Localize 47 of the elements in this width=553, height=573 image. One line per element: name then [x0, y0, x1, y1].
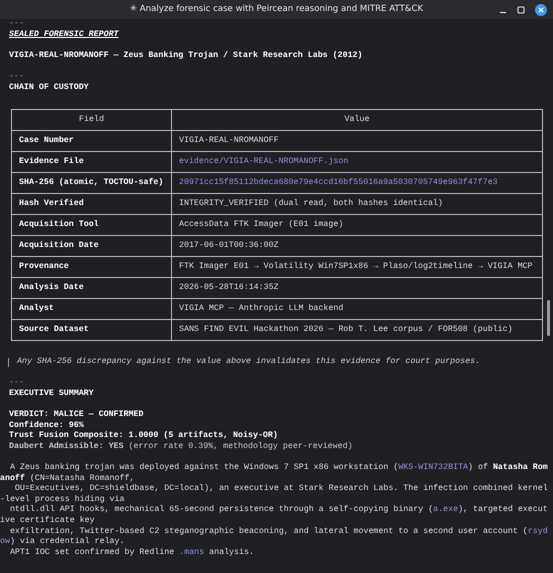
field-cell: Hash Verified — [12, 194, 172, 215]
section-heading: CHAIN OF CUSTODY — [9, 82, 89, 94]
summary-paragraph-line: ive certificate key — [0, 516, 95, 527]
summary-fact: Confidence: 96% — [9, 420, 84, 431]
column-header: Field — [12, 110, 172, 131]
quote-text: Any SHA-256 discrepancy against the value above invalidates this evidence for court purposes. — [17, 357, 480, 368]
field-cell: Analysis Date — [12, 278, 172, 299]
section-heading: EXECUTIVE SUMMARY — [9, 388, 94, 400]
field-cell: Source Dataset — [12, 320, 172, 341]
summary-paragraph-line: exfiltration, Twitter-based C2 steganographic beaconing, and lateral movement to a second user account (rsyd — [8, 526, 548, 537]
value-cell: 2026-05-28T16:14:35Z — [172, 278, 542, 299]
horizontal-rule-text: --- — [9, 378, 24, 389]
horizontal-rule-text: --- — [8, 19, 24, 30]
field-cell: SHA-256 (atomic, TOCTOU-safe) — [12, 172, 172, 194]
value-cell: INTEGRITY_VERIFIED (dual read, both hashes identical) — [172, 194, 542, 215]
summary-paragraph-line: -level process hiding via — [0, 494, 124, 505]
summary-paragraph-line: ow) via credential relay. — [0, 537, 124, 548]
scrollbar-thumb[interactable] — [547, 300, 550, 336]
summary-paragraph-line: ntdll.dll API hooks, mechanical 65-second persistence through a self-copying binary (a.exe), targeted execut — [8, 505, 548, 516]
summary-fact: Trust Fusion Composite: 1.0000 (5 artifacts, Noisy-OR) — [9, 431, 278, 442]
value-cell: VIGIA MCP — Anthropic LLM backend — [172, 298, 542, 320]
summary-paragraph-line: OU=Executives, DC=shieldbase, DC=local), an executive at Stark Research Labs. The infection combined kernel — [14, 484, 548, 495]
value-cell: 20971cc15f85112bdeca680e79e4ccd16bf55016a9a5030705749e963f47f7e3 — [172, 172, 542, 194]
value-cell: SANS FIND EVIL Hackathon 2026 — Rob T. Lee corpus / FOR508 (public) — [172, 320, 542, 341]
window-title: ✳ Analyze forensic case with Peircean reasoning and MITRE ATT&CK — [130, 4, 424, 15]
field-cell: Analyst — [12, 298, 172, 320]
summary-paragraph-line: APT1 IOC set confirmed by Redline .mans analysis. — [8, 548, 254, 558]
summary-fact: VERDICT: MALICE — CONFIRMED — [9, 410, 144, 420]
value-cell: 2017-06-01T00:36:00Z — [172, 236, 542, 257]
close-icon[interactable] — [535, 4, 547, 16]
field-cell: Acquisition Date — [12, 236, 172, 257]
maximize-icon[interactable] — [517, 6, 525, 14]
summary-paragraph-line: A Zeus banking trojan was deployed against the Windows 7 SP1 x86 workstation (WKS-WIN732BITA) of Natasha Rom — [8, 463, 548, 474]
field-cell: Acquisition Tool — [12, 214, 172, 236]
column-header: Value — [172, 110, 542, 131]
summary-fact: Daubert Admissible: YES (error rate 0.39%, methodology peer-reviewed) — [9, 442, 353, 452]
summary-paragraph-line: anoff (CN=Natasha Romanoff, — [0, 474, 134, 484]
value-cell: FTK Imager E01 → Volatility Win7SP1x86 → Plaso/log2timeline → VIGIA MCP — [172, 256, 542, 278]
field-cell: Evidence File — [12, 152, 172, 173]
value-cell: AccessData FTK Imager (E01 image) — [172, 214, 542, 236]
horizontal-rule-text: --- — [9, 72, 24, 83]
case-title: VIGIA-REAL-NROMANOFF — Zeus Banking Trojan / Stark Research Labs (2012) — [9, 50, 363, 62]
field-cell: Case Number — [12, 130, 172, 152]
value-cell: VIGIA-REAL-NROMANOFF — [172, 130, 542, 152]
field-cell: Provenance — [12, 256, 172, 278]
sealed-report-label: SEALED FORENSIC REPORT — [9, 30, 119, 40]
value-cell: evidence/VIGIA-REAL-NROMANOFF.json — [172, 152, 542, 173]
